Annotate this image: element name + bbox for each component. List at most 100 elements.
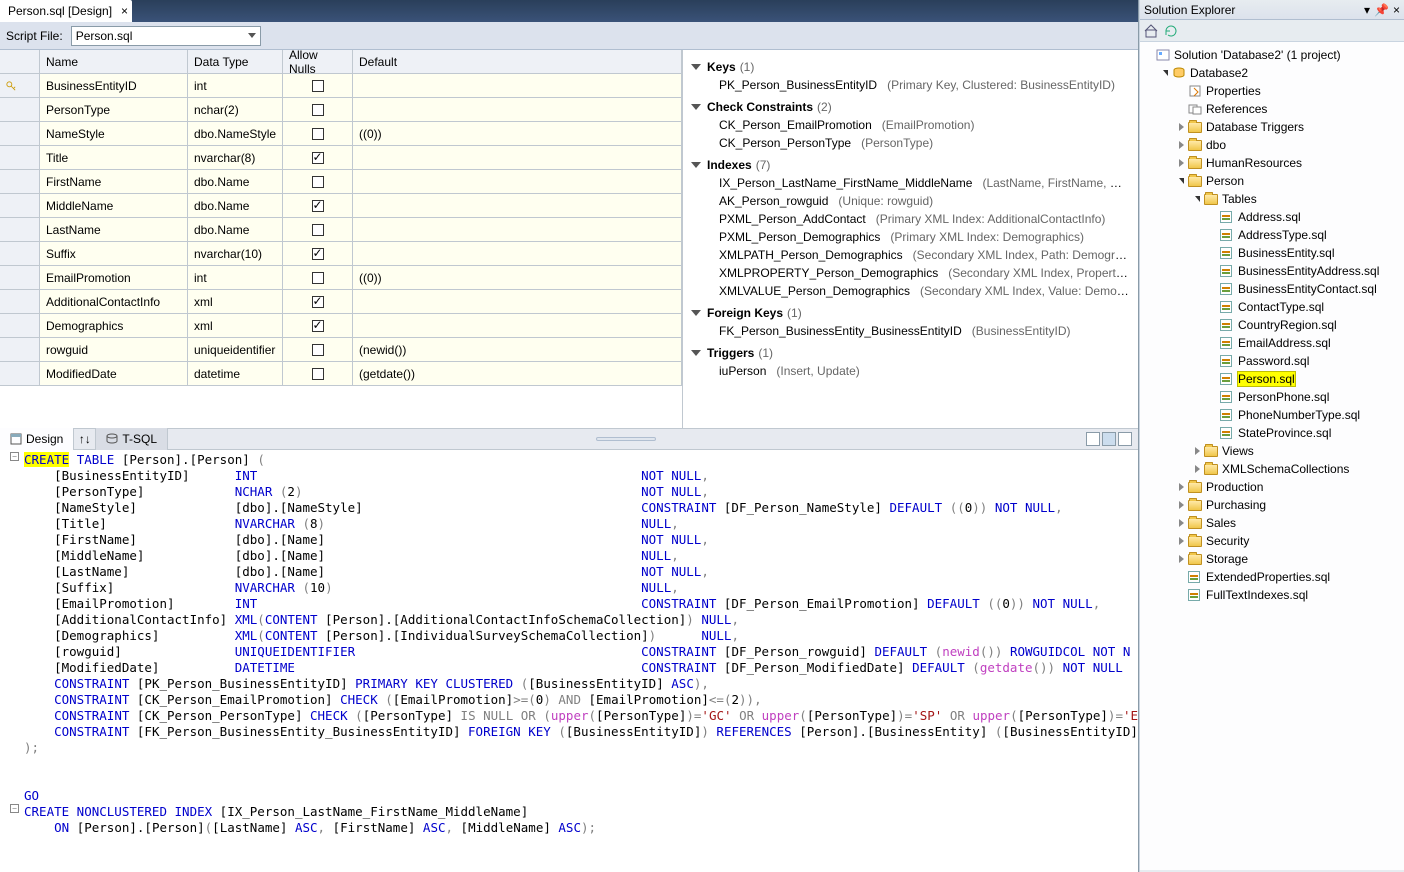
- cell-type[interactable]: dbo.Name: [188, 218, 283, 241]
- prop-group-header[interactable]: Indexes(7): [683, 156, 1130, 174]
- grid-row[interactable]: Demographicsxml: [0, 314, 682, 338]
- expander-icon[interactable]: [1176, 482, 1186, 492]
- row-selector[interactable]: [0, 314, 40, 337]
- cell-name[interactable]: AdditionalContactInfo: [40, 290, 188, 313]
- grid-row[interactable]: LastNamedbo.Name: [0, 218, 682, 242]
- row-selector[interactable]: [0, 290, 40, 313]
- prop-item[interactable]: AK_Person_rowguid(Unique: rowguid): [683, 192, 1130, 210]
- close-icon[interactable]: ×: [1393, 3, 1400, 17]
- grid-row[interactable]: Suffixnvarchar(10): [0, 242, 682, 266]
- expander-icon[interactable]: [1176, 122, 1186, 132]
- row-selector[interactable]: [0, 362, 40, 385]
- expander-icon[interactable]: [1208, 284, 1218, 294]
- folder-person[interactable]: Person: [1140, 172, 1404, 190]
- expander-icon[interactable]: [1208, 392, 1218, 402]
- expander-icon[interactable]: [1192, 194, 1202, 204]
- cell-default[interactable]: ((0)): [353, 266, 682, 289]
- folder-node[interactable]: XMLSchemaCollections: [1140, 460, 1404, 478]
- grid-row[interactable]: MiddleNamedbo.Name: [0, 194, 682, 218]
- cell-name[interactable]: MiddleName: [40, 194, 188, 217]
- layout-horizontal-button[interactable]: [1086, 432, 1100, 446]
- grid-row[interactable]: FirstNamedbo.Name: [0, 170, 682, 194]
- prop-item[interactable]: XMLVALUE_Person_Demographics(Secondary X…: [683, 282, 1130, 300]
- cell-name[interactable]: Demographics: [40, 314, 188, 337]
- cell-allow-nulls[interactable]: [283, 122, 353, 145]
- sql-file-node[interactable]: AddressType.sql: [1140, 226, 1404, 244]
- prop-group-header[interactable]: Foreign Keys(1): [683, 304, 1130, 322]
- cell-name[interactable]: PersonType: [40, 98, 188, 121]
- folder-node[interactable]: Purchasing: [1140, 496, 1404, 514]
- cell-allow-nulls[interactable]: [283, 242, 353, 265]
- prop-item[interactable]: CK_Person_EmailPromotion(EmailPromotion): [683, 116, 1130, 134]
- sql-file-node[interactable]: Password.sql: [1140, 352, 1404, 370]
- cell-allow-nulls[interactable]: [283, 170, 353, 193]
- expander-icon[interactable]: [1176, 590, 1186, 600]
- expander-icon[interactable]: [1208, 230, 1218, 240]
- cell-type[interactable]: dbo.Name: [188, 170, 283, 193]
- folder-node[interactable]: Sales: [1140, 514, 1404, 532]
- prop-item[interactable]: PXML_Person_Demographics(Primary XML Ind…: [683, 228, 1130, 246]
- sql-file-node[interactable]: EmailAddress.sql: [1140, 334, 1404, 352]
- folder-node[interactable]: Views: [1140, 442, 1404, 460]
- prop-item[interactable]: XMLPATH_Person_Demographics(Secondary XM…: [683, 246, 1130, 264]
- cell-default[interactable]: [353, 242, 682, 265]
- cell-allow-nulls[interactable]: [283, 266, 353, 289]
- cell-default[interactable]: [353, 194, 682, 217]
- expander-icon[interactable]: [1176, 140, 1186, 150]
- cell-type[interactable]: nvarchar(10): [188, 242, 283, 265]
- sql-file-node[interactable]: BusinessEntityAddress.sql: [1140, 262, 1404, 280]
- fold-icon[interactable]: −: [10, 452, 19, 461]
- grid-row[interactable]: BusinessEntityIDint: [0, 74, 682, 98]
- sql-file-node[interactable]: PhoneNumberType.sql: [1140, 406, 1404, 424]
- design-tab[interactable]: Design: [0, 428, 74, 450]
- expander-icon[interactable]: [1208, 266, 1218, 276]
- checkbox[interactable]: [312, 320, 324, 332]
- dropdown-icon[interactable]: ▾: [1364, 3, 1370, 17]
- cell-allow-nulls[interactable]: [283, 362, 353, 385]
- prop-group-header[interactable]: Check Constraints(2): [683, 98, 1130, 116]
- cell-name[interactable]: EmailPromotion: [40, 266, 188, 289]
- row-selector[interactable]: [0, 146, 40, 169]
- cell-name[interactable]: LastName: [40, 218, 188, 241]
- checkbox[interactable]: [312, 272, 324, 284]
- checkbox[interactable]: [312, 248, 324, 260]
- grid-row[interactable]: NameStyledbo.NameStyle((0)): [0, 122, 682, 146]
- expander-icon[interactable]: [1208, 248, 1218, 258]
- expander-icon[interactable]: [1208, 338, 1218, 348]
- sql-file-node[interactable]: FullTextIndexes.sql: [1140, 586, 1404, 604]
- expander-icon[interactable]: [1176, 554, 1186, 564]
- folder-node[interactable]: HumanResources: [1140, 154, 1404, 172]
- sql-file-node[interactable]: BusinessEntityContact.sql: [1140, 280, 1404, 298]
- expander-icon[interactable]: [1208, 410, 1218, 420]
- cell-default[interactable]: [353, 314, 682, 337]
- document-tab[interactable]: Person.sql [Design] ×: [0, 0, 132, 22]
- cell-name[interactable]: ModifiedDate: [40, 362, 188, 385]
- cell-allow-nulls[interactable]: [283, 194, 353, 217]
- checkbox[interactable]: [312, 104, 324, 116]
- cell-allow-nulls[interactable]: [283, 74, 353, 97]
- sql-file-node[interactable]: StateProvince.sql: [1140, 424, 1404, 442]
- references-node[interactable]: References: [1140, 100, 1404, 118]
- cell-default[interactable]: [353, 170, 682, 193]
- home-icon[interactable]: [1144, 24, 1158, 38]
- fold-icon[interactable]: −: [10, 804, 19, 813]
- expander-icon[interactable]: [1176, 536, 1186, 546]
- prop-item[interactable]: CK_Person_PersonType(PersonType): [683, 134, 1130, 152]
- checkbox[interactable]: [312, 200, 324, 212]
- expander-icon[interactable]: [1208, 428, 1218, 438]
- row-selector[interactable]: [0, 194, 40, 217]
- cell-type[interactable]: int: [188, 74, 283, 97]
- cell-default[interactable]: (getdate()): [353, 362, 682, 385]
- cell-allow-nulls[interactable]: [283, 218, 353, 241]
- row-selector[interactable]: [0, 74, 40, 97]
- cell-default[interactable]: [353, 218, 682, 241]
- expander-icon[interactable]: [1208, 212, 1218, 222]
- cell-type[interactable]: xml: [188, 290, 283, 313]
- cell-name[interactable]: FirstName: [40, 170, 188, 193]
- checkbox[interactable]: [312, 368, 324, 380]
- solution-node[interactable]: Solution 'Database2' (1 project): [1140, 46, 1404, 64]
- layout-single-button[interactable]: [1118, 432, 1132, 446]
- cell-allow-nulls[interactable]: [283, 146, 353, 169]
- expander-icon[interactable]: [1176, 500, 1186, 510]
- cell-name[interactable]: rowguid: [40, 338, 188, 361]
